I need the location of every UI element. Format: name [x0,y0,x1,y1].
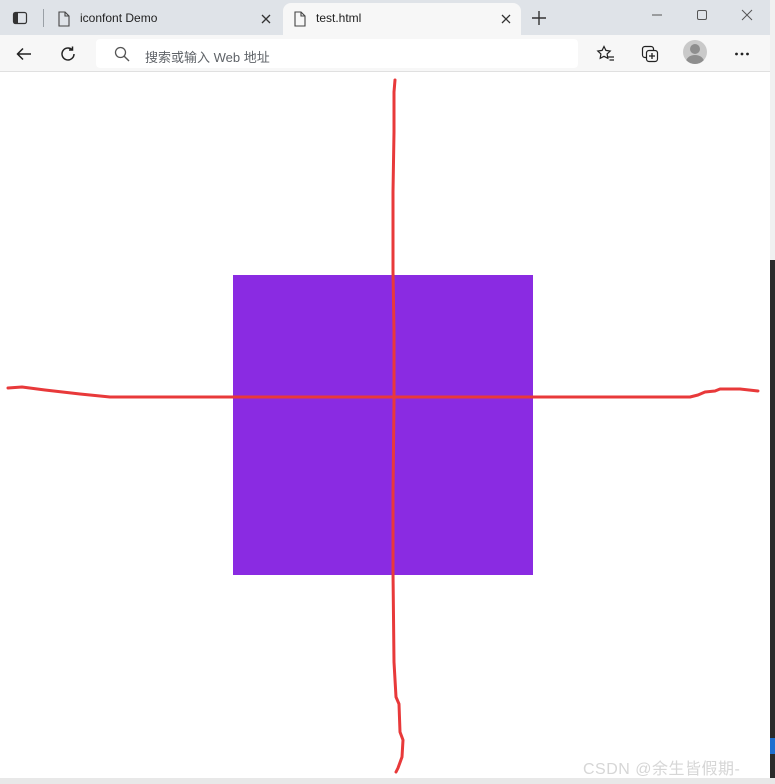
background-window-accent [770,738,775,754]
collections-icon [641,45,659,63]
tab-strip: iconfont Demo test.html [0,0,770,35]
close-icon[interactable] [259,12,273,26]
background-window-edge-top [770,0,775,260]
page-content [0,72,770,778]
document-icon [294,11,306,27]
avatar-body [686,55,704,64]
minimize-icon [652,14,662,16]
refresh-icon [61,46,75,61]
back-button[interactable] [11,41,37,67]
minimize-button[interactable] [645,4,669,26]
tab-title: test.html [316,11,362,25]
tab-separator [43,9,44,27]
collections-button[interactable] [637,41,663,67]
more-button[interactable] [729,41,755,67]
maximize-icon [697,10,707,20]
address-bar[interactable]: 搜索或输入 Web 地址 [96,39,578,68]
tab-title: iconfont Demo [80,11,158,25]
close-icon[interactable] [499,12,513,26]
window-close-icon [741,9,753,21]
back-arrow-icon [16,47,31,61]
more-icon [735,52,749,56]
search-icon [114,46,130,62]
red-vertical-line [391,78,405,774]
tab-iconfont-demo[interactable]: iconfont Demo [47,3,281,35]
avatar-head [690,44,700,54]
favorites-button[interactable] [593,41,619,67]
red-horizontal-line [6,385,760,399]
plus-icon [532,11,546,25]
tab-test-html[interactable]: test.html [283,3,521,35]
tab-actions-icon [12,11,28,25]
profile-avatar[interactable] [683,40,707,64]
favorites-icon [596,45,614,61]
refresh-button[interactable] [55,41,81,67]
address-placeholder: 搜索或输入 Web 地址 [145,50,270,65]
maximize-button[interactable] [690,4,714,26]
window-close-button[interactable] [735,4,759,26]
document-icon [58,11,70,27]
red-crosshair-annotation [6,78,760,774]
csdn-watermark: CSDN @余生皆假期- [583,761,741,778]
browser-window: iconfont Demo test.html 搜索或输入 Web 地址 [0,0,770,778]
new-tab-button[interactable] [528,7,550,29]
tab-actions-button[interactable] [8,6,32,30]
browser-toolbar: 搜索或输入 Web 地址 [0,35,770,72]
background-window-edge [770,0,775,784]
